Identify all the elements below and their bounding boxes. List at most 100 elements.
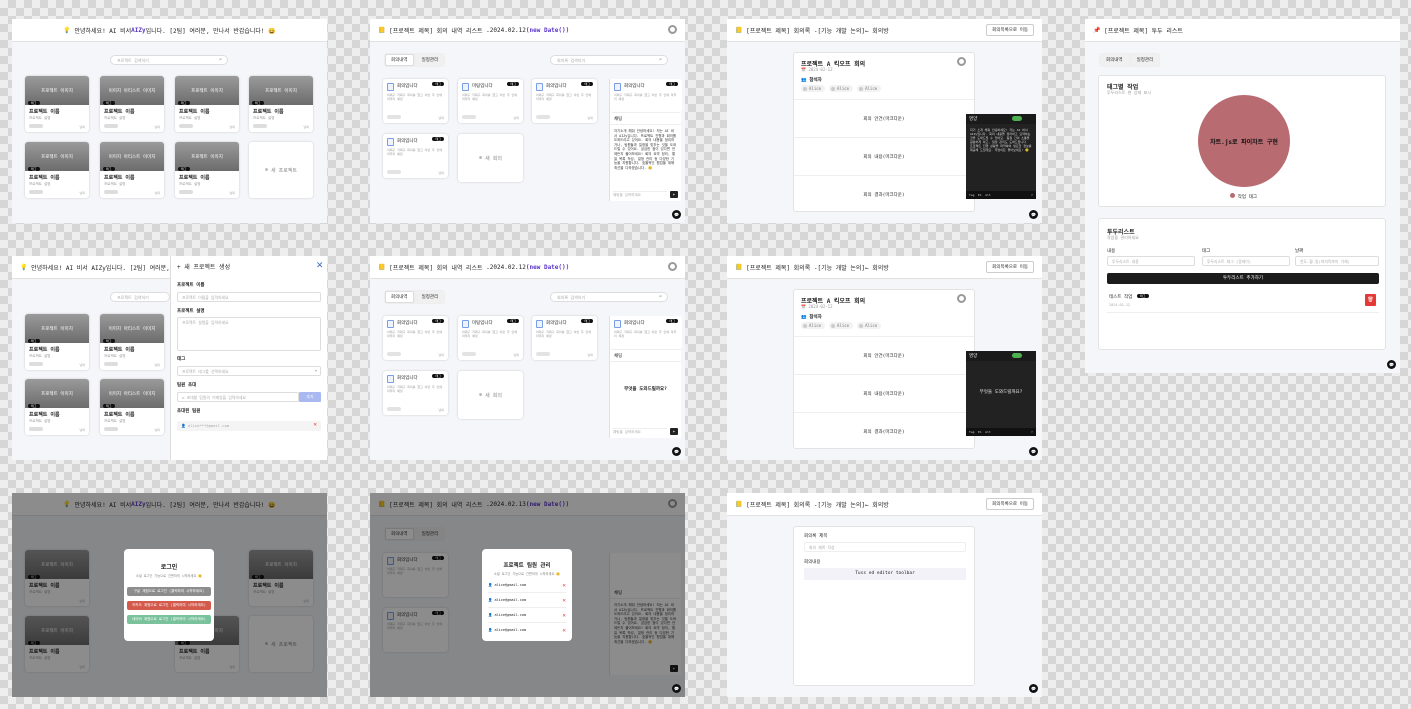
project-search-input[interactable]: 프로젝트 검색하기 <box>110 292 170 302</box>
remove-member-icon[interactable]: ✕ <box>562 612 566 619</box>
naver-login-button[interactable]: 네이버 계정으로 로그인 (클릭하여 시작하세요) <box>127 615 211 624</box>
settings-gear-icon[interactable] <box>957 294 966 303</box>
assistant-key[interactable]: E1 <box>978 193 982 197</box>
agenda-section[interactable]: 회의 안건(마크다운) <box>794 336 974 374</box>
tab-meetings[interactable]: 회의내역 <box>385 54 414 66</box>
assistant-key[interactable]: Tag <box>969 430 974 434</box>
search-icon[interactable]: ⌕ <box>659 294 662 300</box>
tab-schedule[interactable]: 일정관리 <box>1130 54 1160 66</box>
editor-toolbar[interactable]: Tuss ed editor toolbar <box>804 568 966 580</box>
tab-schedule[interactable]: 일정관리 <box>415 291 445 303</box>
send-icon[interactable]: ➤ <box>1031 193 1033 197</box>
kakao-login-button[interactable]: 카카오 계정으로 로그인 (클릭하여 시작하세요) <box>127 601 211 610</box>
todo-content-input[interactable]: 투두리스트 내용 <box>1107 256 1195 266</box>
add-meeting-card[interactable]: ⊕ 새 회의 <box>458 371 523 419</box>
assistant-key[interactable]: E1 <box>978 430 982 434</box>
assistant-toggle[interactable] <box>1012 116 1022 121</box>
chat-input[interactable]: 채팅을 입력하세요 <box>613 428 667 435</box>
invite-add-button[interactable]: 추가 <box>299 392 321 402</box>
project-card[interactable]: 이미지 아티스트 이미지 태그 프로젝트 이름 프로젝트 설명 날짜 <box>100 76 164 132</box>
project-card[interactable]: 프로젝트 이미지태그프로젝트 이름프로젝트 설명날짜 <box>175 142 239 198</box>
settings-gear-icon[interactable] <box>668 262 677 271</box>
project-card[interactable]: 이미지 아티스트 이미지 태그 프로젝트 이름 프로젝트 설명 날짜 <box>100 379 164 435</box>
screen-meeting-list-chat: 📒 [프로젝트 제목] 회의 내역 리스트 - 2024.02.12 (new D… <box>370 19 685 223</box>
meeting-list-button[interactable]: 회의목록으로 이동 <box>986 498 1034 510</box>
trash-icon[interactable]: 🗑 <box>1365 294 1376 306</box>
remove-member-icon[interactable]: ✕ <box>313 421 317 428</box>
todo-tag-input[interactable]: 투두리스트 태그 (알레이) <box>1202 256 1290 266</box>
meeting-card[interactable]: 회의입니다 태그 어쩌구 저쩌구 회의를 했고 이번 주 안에 마무리 예정 날짜 <box>383 134 448 178</box>
meeting-card[interactable]: 회의입니다 태그 어쩌구 저쩌구 회의를 했고 이번 주 안에 마무리 예정 <box>610 316 682 350</box>
meeting-card[interactable]: 회의입니다 태그 어쩌구 저쩌구 회의를 했고 이번 주 안에 마무리 예정 날짜 <box>383 79 448 123</box>
editor-content-area[interactable] <box>804 582 966 680</box>
content-section[interactable]: 회의 내용(마크다운) <box>794 374 974 412</box>
send-icon[interactable]: ➤ <box>1031 430 1033 434</box>
project-title: 프로젝트 이름 <box>29 175 60 181</box>
assistant-toggle[interactable] <box>1012 353 1022 358</box>
meeting-card[interactable]: 미팅입니다 태그 어쩌구 저쩌구 회의를 했고 이번 주 안에 마무리 예정 날짜 <box>458 79 523 123</box>
meeting-card[interactable]: 미팅입니다 태그 어쩌구 저쩌구 회의를 했고 이번 주 안에 마무리 예정 날짜 <box>458 316 523 360</box>
project-card[interactable]: 프로젝트 이미지태그프로젝트 이름프로젝트 설명날짜 <box>175 76 239 132</box>
editor-title-input[interactable]: 회의 제목 작성 <box>804 542 966 552</box>
meeting-search-input[interactable]: 회의록 검색하기 ⌕ <box>550 55 668 65</box>
chat-input[interactable]: 채팅을 입력하세요 <box>613 191 667 198</box>
chatbot-fab-icon[interactable]: 💬 <box>672 447 681 456</box>
back-link[interactable]: ← 회의방 <box>865 500 889 509</box>
meeting-search-input[interactable]: 회의록 검색하기 ⌕ <box>550 292 668 302</box>
settings-gear-icon[interactable] <box>957 57 966 66</box>
project-card[interactable]: 이미지 아티스트 이미지 태그 프로젝트 이름 프로젝트 설명 날짜 <box>100 142 164 198</box>
agenda-section[interactable]: 회의 안건(마크다운) <box>794 99 974 137</box>
add-project-card[interactable]: ⊕ 새 프로젝트 <box>249 142 313 198</box>
send-icon[interactable]: ➤ <box>670 191 678 198</box>
project-card[interactable]: 이미지 아티스트 이미지 태그 프로젝트 이름 프로젝트 설명 날짜 <box>100 314 164 370</box>
project-card[interactable]: 프로젝트 이미지태그프로젝트 이름프로젝트 설명날짜 <box>25 142 89 198</box>
add-meeting-card[interactable]: ⊕ 새 회의 <box>458 134 523 182</box>
meeting-list-button[interactable]: 회의목록으로 이동 <box>986 24 1034 36</box>
search-icon[interactable]: ⌕ <box>659 57 662 63</box>
search-icon[interactable]: ⌕ <box>219 57 222 63</box>
project-search-input[interactable]: 프로젝트 검색하기 ⌕ <box>110 55 228 65</box>
send-icon[interactable]: ➤ <box>670 428 678 435</box>
invite-email-input[interactable]: ✉ 초대할 팀원의 이메일을 입력하세요 <box>177 392 299 402</box>
chatbot-fab-icon[interactable]: 💬 <box>1387 360 1396 369</box>
chatbot-fab-icon[interactable]: 💬 <box>672 684 681 693</box>
meeting-card[interactable]: 회의입니다 태그 어쩌구 저쩌구 회의를 했고 이번 주 안에 마무리 예정 날짜 <box>383 371 448 415</box>
meeting-card[interactable]: 회의입니다 태그 어쩌구 저쩌구 회의를 했고 이번 주 안에 마무리 예정 날짜 <box>532 316 597 360</box>
meeting-card[interactable]: 회의입니다 태그 어쩌구 저쩌구 회의를 했고 이번 주 안에 마무리 예정 <box>610 79 682 113</box>
back-link[interactable]: ← 회의방 <box>865 26 889 35</box>
project-card[interactable]: 프로젝트 이미지태그프로젝트 이름프로젝트 설명날짜 <box>25 314 89 370</box>
tab-meetings[interactable]: 회의내역 <box>385 291 414 303</box>
meeting-card[interactable]: 회의입니다 태그 어쩌구 저쩌구 회의를 했고 이번 주 안에 마무리 예정 날짜 <box>532 79 597 123</box>
result-section[interactable]: 회의 결과(마크다운) <box>794 175 974 213</box>
meeting-card[interactable]: 회의입니다 태그 어쩌구 저쩌구 회의를 했고 이번 주 안에 마무리 예정 날짜 <box>383 316 448 360</box>
meeting-list-button[interactable]: 회의목록으로 이동 <box>986 261 1034 273</box>
result-section[interactable]: 회의 결과(마크다운) <box>794 412 974 450</box>
assistant-key[interactable]: Alt <box>985 430 990 434</box>
assistant-key[interactable]: Alt <box>985 193 990 197</box>
project-name-input[interactable]: 프로젝트 이름을 입력하세요 <box>177 292 321 302</box>
chatbot-fab-icon[interactable]: 💬 <box>1029 210 1038 219</box>
todo-item[interactable]: 테스트 작업 태그 2024-02-12 🗑 <box>1107 291 1379 313</box>
chatbot-fab-icon[interactable]: 💬 <box>1029 447 1038 456</box>
project-card[interactable]: 프로젝트 이미지태그프로젝트 이름프로젝트 설명날짜 <box>25 76 89 132</box>
remove-member-icon[interactable]: ✕ <box>562 582 566 589</box>
google-login-button[interactable]: 구글 계정으로 로그인 (클릭하여 시작하세요) <box>127 587 211 596</box>
content-section[interactable]: 회의 내용(마크다운) <box>794 137 974 175</box>
project-card[interactable]: 프로젝트 이미지태그프로젝트 이름프로젝트 설명날짜 <box>249 76 313 132</box>
tab-schedule[interactable]: 일정관리 <box>415 54 445 66</box>
chatbot-fab-icon[interactable]: 💬 <box>1029 684 1038 693</box>
back-link[interactable]: ← 회의방 <box>865 263 889 272</box>
chatbot-fab-icon[interactable]: 💬 <box>672 210 681 219</box>
remove-member-icon[interactable]: ✕ <box>562 597 566 604</box>
todo-due-input[interactable]: 연도-월-일(마지막까지 기재) <box>1295 256 1379 266</box>
assistant-key[interactable]: Tag <box>969 193 974 197</box>
add-todo-button[interactable]: 투두리스트 추가하기 <box>1107 273 1379 284</box>
settings-gear-icon[interactable] <box>668 25 677 34</box>
project-tag-select[interactable]: 프로젝트 태그를 선택하세요 ▾ <box>177 366 321 376</box>
project-desc: 프로젝트 설명 <box>29 182 51 186</box>
remove-member-icon[interactable]: ✕ <box>562 627 566 634</box>
tab-meetings[interactable]: 회의내역 <box>1100 54 1129 66</box>
project-card[interactable]: 프로젝트 이미지태그프로젝트 이름프로젝트 설명날짜 <box>25 379 89 435</box>
close-icon[interactable]: ✕ <box>316 258 323 271</box>
project-desc-input[interactable]: 프로젝트 설명을 입력하세요 <box>177 317 321 351</box>
